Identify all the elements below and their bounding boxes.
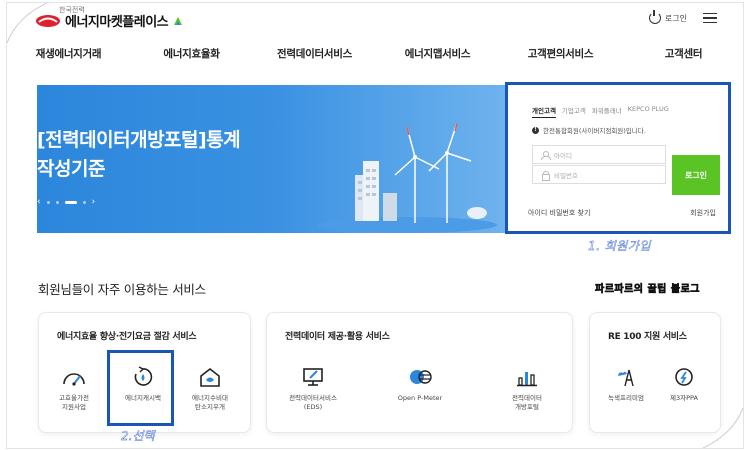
login-tabs: 개인고객 기업고객 파워플래너 KEPCO PLUG <box>532 105 669 118</box>
annotation-blog-watermark: 파르파르의 꿀팁 블로그 <box>595 284 700 296</box>
site-header: 한국전력 에너지마켓플레이스 로그인 <box>7 3 743 37</box>
find-id-password-link[interactable]: 아이디 비밀번호 찾기 <box>528 208 590 218</box>
id-placeholder: 아이디 <box>554 151 572 160</box>
login-notice-text: 한전통합회원(사이버지점회원)입니다. <box>543 127 646 135</box>
nav-item-customer-center[interactable]: 고객센터 <box>622 41 743 67</box>
header-utility: 로그인 <box>648 10 717 24</box>
power-icon <box>648 10 661 24</box>
password-placeholder: 비밀번호 <box>554 171 578 180</box>
carousel-next-button[interactable]: › <box>92 197 96 207</box>
gauge-icon <box>63 373 85 386</box>
carousel-dot[interactable] <box>82 200 86 204</box>
carousel-prev-button[interactable]: ‹ <box>37 197 41 207</box>
house-leaf-icon <box>200 367 220 387</box>
monitor-icon <box>303 368 323 386</box>
site-logo[interactable]: 한국전력 에너지마켓플레이스 <box>35 6 184 30</box>
compass-icon <box>675 368 693 386</box>
hero-banner[interactable]: [전력데이터개방포털]통계 작성기준 ‹ › <box>37 85 507 233</box>
kepco-logo-icon <box>36 14 60 27</box>
service-label: 전력데이터서비스 (EDS) <box>289 394 337 411</box>
services-section-title: 회원님들이 자주 이용하는 서비스 <box>38 282 206 297</box>
service-third-party-ppa[interactable]: 제3자PPA <box>652 366 716 403</box>
hero-title: [전력데이터개방포털]통계 작성기준 <box>37 126 337 184</box>
nav-item-renewable-trade[interactable]: 재생에너지거래 <box>7 41 130 67</box>
tab-business[interactable]: 기업고객 <box>562 105 586 118</box>
service-carbon-eraser[interactable]: 에너지수비대 탄소지우개 <box>178 366 242 412</box>
hero-title-line1: [전력데이터개방포털]통계 <box>37 129 241 151</box>
service-label: 고효율가전 지원사업 <box>59 394 89 411</box>
info-icon: ! <box>532 126 539 134</box>
wind-turbine-illustration <box>317 122 497 233</box>
nav-item-power-data[interactable]: 전력데이터서비스 <box>253 41 376 67</box>
service-data-portal[interactable]: 전력데이터 개방포털 <box>495 366 559 412</box>
header-login-label: 로그인 <box>664 13 687 23</box>
password-input[interactable]: 비밀번호 <box>532 165 666 184</box>
service-label: 녹색프리미엄 <box>608 394 644 402</box>
service-label: 전력데이터 개방포털 <box>512 394 542 411</box>
header-login-link[interactable]: 로그인 <box>648 10 687 24</box>
service-eds[interactable]: 전력데이터서비스 (EDS) <box>281 366 345 412</box>
signup-link[interactable]: 회원가입 <box>690 208 716 218</box>
annotation-highlight-box <box>107 350 174 426</box>
service-green-premium[interactable]: 녹색프리미엄 <box>594 366 658 403</box>
hero-carousel-controls: ‹ › <box>37 197 95 207</box>
page-frame: 한국전력 에너지마켓플레이스 로그인 재생에너지거래 에너지효율화 전력데이터서… <box>6 2 744 449</box>
page-curl-decoration <box>703 408 743 448</box>
service-card-re100: RE 100 지원 서비스 녹색프리미엄 제3자PPA <box>589 312 721 433</box>
logo-subtitle: 한국전력 <box>59 6 85 14</box>
hero-title-line2: 작성기준 <box>37 158 105 180</box>
login-notice: ! 한전통합회원(사이버지점회원)입니다. <box>532 125 646 135</box>
card-title: 에너지효율 향상·전기요금 절감 서비스 <box>57 332 197 342</box>
service-label: Open P-Meter <box>397 394 443 402</box>
bar-chart-icon <box>517 372 537 387</box>
meter-icon <box>410 370 432 384</box>
service-label: 에너지수비대 탄소지우개 <box>192 394 228 411</box>
hamburger-menu-icon[interactable] <box>703 13 717 23</box>
carousel-dot[interactable] <box>46 200 50 204</box>
service-open-p-meter[interactable]: Open P-Meter <box>388 366 452 403</box>
carousel-dot[interactable] <box>55 200 59 204</box>
login-panel: 개인고객 기업고객 파워플래너 KEPCO PLUG ! 한전통합회원(사이버지… <box>505 82 731 234</box>
carousel-dot-active[interactable] <box>64 200 77 204</box>
annotation-step1: 1. 회원가입 <box>588 239 651 253</box>
tab-power-planner[interactable]: 파워플래너 <box>592 105 622 118</box>
card-title: RE 100 지원 서비스 <box>608 332 687 342</box>
nav-item-energy-efficiency[interactable]: 에너지효율화 <box>130 41 253 67</box>
login-button[interactable]: 로그인 <box>672 155 720 195</box>
marketplace-mark-icon <box>174 16 183 25</box>
annotation-step2: 2.선택 <box>121 429 155 443</box>
service-label: 제3자PPA <box>670 394 698 402</box>
service-high-efficiency-appliance[interactable]: 고효율가전 지원사업 <box>42 366 106 412</box>
id-input[interactable]: 아이디 <box>532 145 666 164</box>
main-nav: 재생에너지거래 에너지효율화 전력데이터서비스 에너지맵서비스 고객편의서비스 … <box>7 41 743 67</box>
green-premium-icon <box>618 369 634 387</box>
tab-personal[interactable]: 개인고객 <box>532 105 556 118</box>
tab-kepco-plug[interactable]: KEPCO PLUG <box>628 105 669 118</box>
service-card-power-data: 전력데이터 제공·활용 서비스 전력데이터서비스 (EDS) Open P-Me… <box>266 312 573 433</box>
nav-item-energy-map[interactable]: 에너지맵서비스 <box>376 41 499 67</box>
lock-icon <box>541 170 550 181</box>
card-title: 전력데이터 제공·활용 서비스 <box>285 332 390 342</box>
user-icon <box>541 150 551 160</box>
nav-item-customer-convenience[interactable]: 고객편의서비스 <box>499 41 622 67</box>
